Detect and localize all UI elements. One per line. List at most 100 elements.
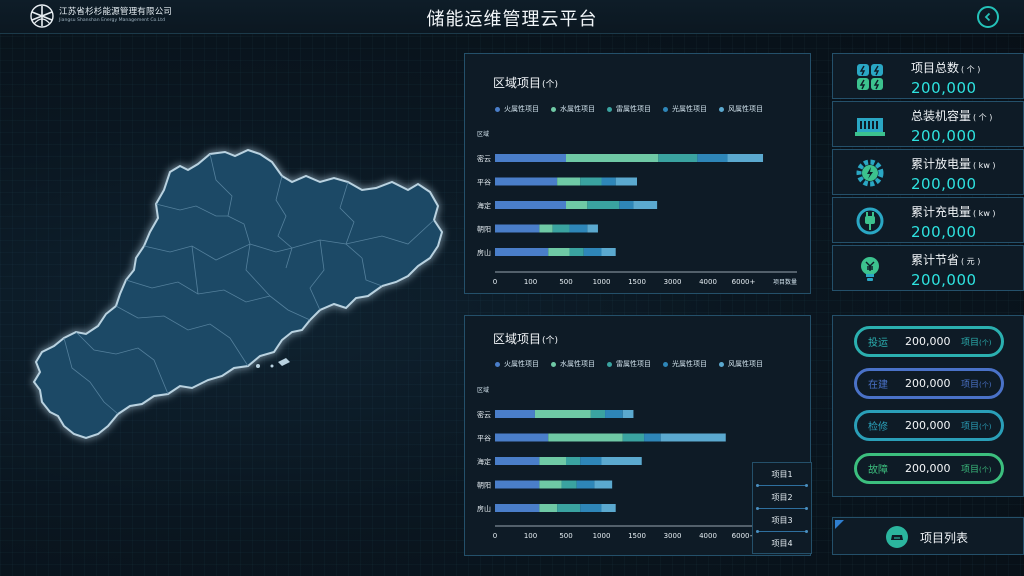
divider bbox=[756, 507, 808, 510]
bar-segment bbox=[660, 433, 726, 442]
category-label: 海定 bbox=[477, 201, 491, 210]
bar-segment bbox=[615, 177, 637, 186]
stat-value: 200,000 bbox=[911, 223, 977, 241]
project-list-button[interactable]: 项目列表 bbox=[832, 517, 1024, 555]
bar-segment bbox=[583, 248, 602, 256]
status-pill-operating[interactable]: 投运 200,000 项目(个) bbox=[854, 326, 1004, 357]
x-tick-label: 1500 bbox=[628, 278, 646, 286]
category-label: 平谷 bbox=[477, 434, 491, 443]
bar-segment bbox=[495, 410, 535, 418]
divider bbox=[756, 484, 808, 487]
bar-segment bbox=[495, 154, 566, 162]
stat-value: 200,000 bbox=[911, 271, 977, 289]
discharge-gear-icon bbox=[856, 159, 884, 187]
status-pill-maintenance[interactable]: 检修 200,000 项目(个) bbox=[854, 410, 1004, 441]
status-name: 在建 bbox=[868, 380, 888, 391]
inbox-icon bbox=[886, 526, 908, 548]
status-pill-fault[interactable]: 故障 200,000 项目(个) bbox=[854, 453, 1004, 484]
category-label: 朝阳 bbox=[477, 481, 491, 490]
category-label: 朝阳 bbox=[477, 225, 491, 234]
bar-segment bbox=[539, 504, 558, 512]
bar-segment bbox=[576, 480, 595, 489]
guangdong-map-svg bbox=[32, 148, 444, 440]
x-tick-label: 1000 bbox=[593, 532, 611, 540]
project-item-3[interactable]: 项目3 bbox=[753, 515, 811, 526]
bar-segment bbox=[539, 480, 562, 489]
bar-segment bbox=[633, 201, 658, 209]
project-item-2[interactable]: 项目2 bbox=[753, 492, 811, 503]
bar-segment bbox=[601, 248, 616, 256]
status-value: 200,000 bbox=[905, 335, 951, 348]
project-item-4[interactable]: 项目4 bbox=[753, 538, 811, 549]
project-count-icon bbox=[857, 64, 883, 90]
bar-segment bbox=[605, 410, 623, 418]
category-label: 海定 bbox=[477, 457, 491, 466]
bar-segment bbox=[495, 248, 549, 256]
bar-segment bbox=[697, 154, 728, 162]
bar-segment bbox=[495, 224, 540, 233]
region-chart-panel-1: 区域项目(个) 火属性项目 水属性项目 雷属性项目 光属性项目 风属性项目 区域 0 100… bbox=[464, 53, 811, 294]
category-label: 密云 bbox=[477, 154, 491, 163]
category-label: 房山 bbox=[477, 248, 491, 257]
x-tick-label: 500 bbox=[559, 278, 572, 286]
x-tick-label: 4000 bbox=[699, 278, 717, 286]
bar-segment bbox=[539, 224, 553, 233]
project-item-1[interactable]: 项目1 bbox=[753, 469, 811, 480]
chevron-left-icon bbox=[984, 12, 991, 22]
stat-card-discharge: 累计放电量( kw ) 200,000 bbox=[832, 149, 1024, 195]
bar-segment bbox=[569, 248, 584, 256]
stat-label: 总装机容量( 个 ) bbox=[911, 109, 993, 123]
bar-segment bbox=[495, 201, 566, 209]
stat-card-charge: 累计充电量( kw ) 200,000 bbox=[832, 197, 1024, 243]
bar-segment bbox=[495, 433, 549, 442]
status-pill-building[interactable]: 在建 200,000 项目(个) bbox=[854, 368, 1004, 399]
status-value: 200,000 bbox=[905, 462, 951, 475]
project-status-panel: 投运 200,000 项目(个) 在建 200,000 项目(个) 检修 200… bbox=[832, 315, 1024, 497]
bar-segment bbox=[580, 177, 602, 186]
bar-segment bbox=[587, 201, 620, 209]
region-map[interactable] bbox=[20, 120, 460, 450]
stat-value: 200,000 bbox=[911, 127, 977, 145]
status-unit: 项目(个) bbox=[961, 380, 992, 390]
x-tick-label: 500 bbox=[559, 532, 572, 540]
x-axis-label: 项目数量 bbox=[773, 278, 797, 286]
bar-segment bbox=[727, 154, 764, 162]
bar-segment bbox=[495, 480, 540, 489]
bar-segment bbox=[534, 410, 591, 418]
x-tick-label: 0 bbox=[493, 278, 497, 286]
corner-marker bbox=[835, 520, 844, 529]
bar-segment bbox=[594, 480, 613, 489]
y-axis-label: 区域 bbox=[477, 130, 489, 138]
bar-segment bbox=[590, 410, 606, 418]
x-tick-label: 3000 bbox=[664, 278, 682, 286]
stat-card-project-count: 项目总数( 个 ) 200,000 bbox=[832, 53, 1024, 99]
bar-segment bbox=[644, 433, 661, 442]
bar-segment bbox=[622, 433, 645, 442]
category-label: 密云 bbox=[477, 410, 491, 419]
bar-segment bbox=[548, 248, 570, 256]
x-tick-label: 100 bbox=[524, 278, 537, 286]
back-button[interactable] bbox=[977, 6, 999, 28]
bar-segment bbox=[548, 433, 623, 442]
x-tick-label: 0 bbox=[493, 532, 497, 540]
header: 江苏省杉杉能源管理有限公司 Jiangsu Shanshan Energy Ma… bbox=[0, 0, 1024, 34]
page-title: 储能运维管理云平台 bbox=[426, 9, 598, 30]
map-province-shape bbox=[32, 148, 444, 440]
stat-card-capacity: 总装机容量( 个 ) 200,000 bbox=[832, 101, 1024, 147]
savings-bulb-icon bbox=[861, 257, 879, 281]
bar-segment bbox=[580, 504, 602, 512]
bar-segment bbox=[495, 457, 540, 465]
bar-segment bbox=[658, 154, 698, 162]
status-unit: 项目(个) bbox=[961, 422, 992, 432]
status-value: 200,000 bbox=[905, 377, 951, 390]
x-tick-label: 4000 bbox=[699, 532, 717, 540]
bar-segment bbox=[552, 224, 570, 233]
category-label: 房山 bbox=[477, 504, 491, 513]
bar-segment bbox=[557, 177, 581, 186]
bar-segment bbox=[566, 457, 581, 465]
charge-plug-icon bbox=[856, 207, 884, 235]
bar-segment bbox=[601, 504, 616, 512]
bar-segment bbox=[566, 154, 659, 162]
bar-segment bbox=[495, 177, 558, 186]
status-unit: 项目(个) bbox=[961, 338, 992, 348]
